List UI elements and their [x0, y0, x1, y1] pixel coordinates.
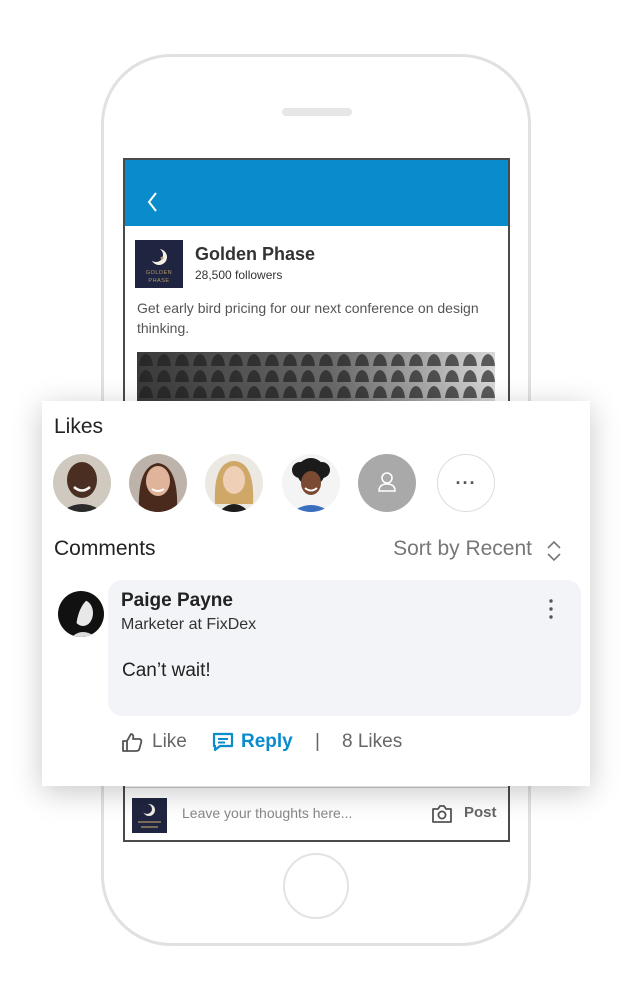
more-vertical-icon[interactable]	[548, 598, 554, 620]
post-button[interactable]: Post	[464, 804, 497, 821]
avatar-woman-curly-hair[interactable]	[282, 454, 340, 512]
reply-button[interactable]: Reply	[241, 729, 293, 755]
comment-bubble: Paige Payne Marketer at FixDex Can’t wai…	[108, 580, 581, 716]
comment-likes-count[interactable]: 8 Likes	[342, 729, 402, 755]
logo-text-bottom: PHASE	[148, 278, 170, 284]
commenter-headline: Marketer at FixDex	[121, 616, 257, 633]
camera-icon[interactable]	[431, 804, 453, 824]
composer-avatar	[132, 798, 167, 833]
reply-icon[interactable]	[212, 732, 234, 752]
logo-text-top: GOLDEN	[145, 270, 173, 276]
comment-text: Can’t wait!	[122, 660, 211, 681]
person-photo-icon	[205, 454, 263, 512]
avatar-placeholder[interactable]	[358, 454, 416, 512]
like-icon[interactable]	[121, 731, 143, 753]
avatar-man-smiling[interactable]	[53, 454, 111, 512]
like-button[interactable]: Like	[152, 729, 187, 755]
follower-count: 28,500 followers	[195, 268, 283, 282]
app-header	[125, 160, 508, 226]
comment-input[interactable]: Leave your thoughts here...	[182, 805, 352, 821]
action-separator: |	[315, 731, 320, 752]
commenter-avatar[interactable]	[58, 591, 104, 637]
likes-comments-card: Likes ··· Comments Sort by Recent Paige …	[42, 401, 590, 786]
post-text: Get early bird pricing for our next conf…	[137, 300, 479, 336]
back-icon[interactable]	[145, 190, 159, 214]
sort-icon[interactable]	[545, 539, 563, 563]
likes-heading: Likes	[54, 415, 104, 438]
moon-logo-icon	[138, 804, 161, 828]
org-logo[interactable]: GOLDEN PHASE	[135, 240, 183, 288]
phone-home-button[interactable]	[283, 853, 349, 919]
person-photo-icon	[282, 454, 340, 512]
phone-speaker	[282, 108, 352, 116]
person-photo-icon	[53, 454, 111, 512]
person-photo-icon	[129, 454, 187, 512]
avatar-woman-blonde[interactable]	[205, 454, 263, 512]
more-likes-button[interactable]: ···	[437, 454, 495, 512]
commenter-name[interactable]: Paige Payne	[121, 590, 233, 612]
person-photo-icon	[58, 591, 104, 637]
comments-heading: Comments	[54, 537, 156, 560]
composer-bar: Leave your thoughts here... Post	[125, 787, 508, 840]
sort-dropdown[interactable]: Sort by Recent	[393, 537, 532, 561]
org-name[interactable]: Golden Phase	[195, 244, 315, 265]
avatar-woman-brown-hair[interactable]	[129, 454, 187, 512]
user-placeholder-icon	[378, 472, 396, 492]
